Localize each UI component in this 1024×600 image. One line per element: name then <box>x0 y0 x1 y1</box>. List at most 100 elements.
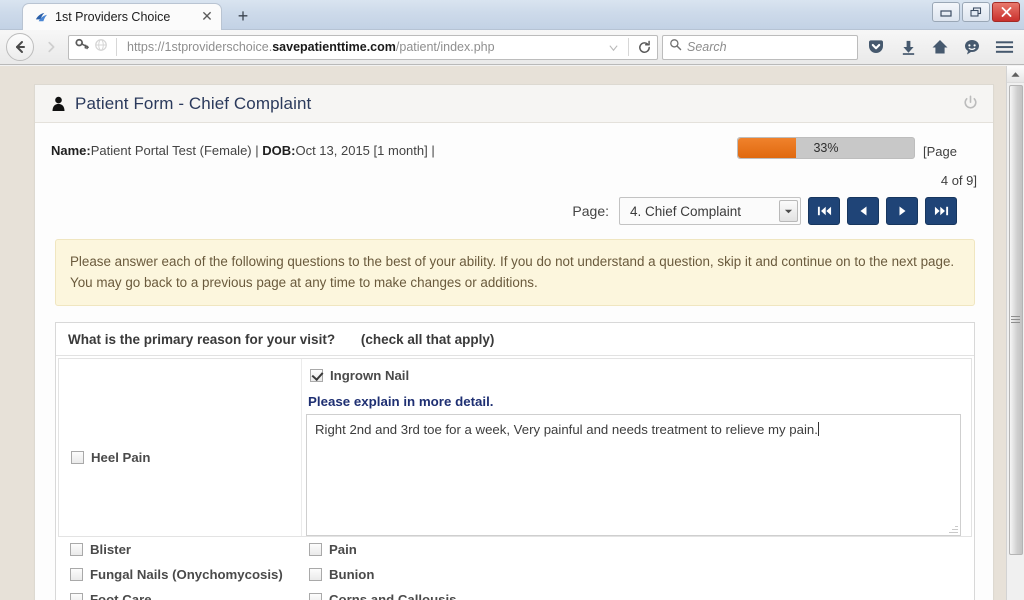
info-separator-1: | <box>251 143 263 158</box>
checkbox-foot-care[interactable]: Foot Care <box>58 587 301 600</box>
first-page-button[interactable] <box>808 197 840 225</box>
title-bar: 1st Providers Choice ✕ + <box>0 0 1024 30</box>
question-subtitle: (check all that apply) <box>360 332 495 347</box>
page-select[interactable]: 4. Chief Complaint <box>619 197 801 225</box>
browser-tab[interactable]: 1st Providers Choice ✕ <box>22 3 222 30</box>
key-icon <box>75 37 90 57</box>
url-path: /patient/index.php <box>395 40 495 54</box>
checkbox-label: Corns and Callousis <box>329 592 457 600</box>
reload-icon[interactable] <box>633 36 655 58</box>
url-protocol: https://1stproviderschoice. <box>127 40 273 54</box>
previous-page-button[interactable] <box>847 197 879 225</box>
browser-window: 1st Providers Choice ✕ + https://1stprov… <box>0 0 1024 600</box>
new-tab-button[interactable]: + <box>232 6 254 28</box>
checkbox-icon[interactable] <box>309 593 322 600</box>
dropmarker-icon[interactable] <box>602 36 624 58</box>
url-divider-2 <box>628 38 629 56</box>
checkbox-icon[interactable] <box>70 543 83 556</box>
url-domain: savepatienttime.com <box>272 40 396 54</box>
age-value: [1 month] <box>369 143 428 158</box>
lower-options-grid: Blister Fungal Nails (Onychomycosis) Foo… <box>58 537 972 600</box>
page-navigation: Page: 4. Chief Complaint <box>51 197 979 225</box>
checkbox-label: Blister <box>90 542 132 557</box>
checkbox-blister[interactable]: Blister <box>58 537 301 562</box>
url-identity-icons <box>75 37 127 57</box>
checkbox-heel-pain[interactable]: Heel Pain <box>59 445 301 470</box>
text-caret <box>817 422 819 436</box>
window-controls <box>932 2 1020 22</box>
url-bar[interactable]: https://1stproviderschoice.savepatientti… <box>68 34 658 60</box>
vertical-scrollbar[interactable] <box>1006 66 1024 600</box>
scrollbar-grip-icon <box>1011 314 1020 323</box>
globe-icon <box>94 38 108 57</box>
checkbox-label: Heel Pain <box>91 450 151 465</box>
downloads-icon[interactable] <box>894 33 922 61</box>
checkbox-label: Fungal Nails (Onychomycosis) <box>90 567 283 582</box>
resize-handle-icon[interactable] <box>949 524 958 533</box>
lower-right-column: Pain Bunion Corns and Callousis <box>301 537 972 600</box>
checkbox-icon[interactable] <box>310 369 323 382</box>
question-box: What is the primary reason for your visi… <box>55 322 975 600</box>
checkbox-ingrown-nail[interactable]: Ingrown Nail <box>306 363 963 388</box>
page-indicator-line2: 4 of 9] <box>940 173 977 188</box>
checkbox-corns-callousis[interactable]: Corns and Callousis <box>305 587 972 600</box>
search-icon <box>669 38 682 56</box>
pocket-icon[interactable] <box>862 33 890 61</box>
last-page-button[interactable] <box>925 197 957 225</box>
page-indicator-line1: [Page <box>923 144 957 159</box>
options-left-column: Heel Pain <box>59 359 302 536</box>
minimize-button[interactable] <box>932 2 960 22</box>
page-select-label: Page: <box>572 203 609 219</box>
dob-value: Oct 13, 2015 <box>295 143 370 158</box>
navigation-toolbar: https://1stproviderschoice.savepatientti… <box>0 30 1024 65</box>
checkbox-pain[interactable]: Pain <box>305 537 972 562</box>
web-page: Patient Form - Chief Complaint Name:Pati… <box>0 66 1006 600</box>
checkbox-label: Pain <box>329 542 357 557</box>
search-bar[interactable]: Search <box>662 34 858 60</box>
checkbox-label: Foot Care <box>90 592 152 600</box>
back-button[interactable] <box>6 33 34 61</box>
chevron-down-icon[interactable] <box>779 200 798 222</box>
forward-button <box>38 33 64 61</box>
close-tab-icon[interactable]: ✕ <box>199 9 215 25</box>
next-page-button[interactable] <box>886 197 918 225</box>
url-text: https://1stproviderschoice.savepatientti… <box>127 40 602 54</box>
explain-value: Right 2nd and 3rd toe for a week, Very p… <box>315 422 818 437</box>
checkbox-icon[interactable] <box>309 543 322 556</box>
person-icon <box>51 96 66 112</box>
page-title: Patient Form - Chief Complaint <box>75 93 312 113</box>
progress-area: 33% [Page 4 of 9] <box>737 135 979 195</box>
tab-title: 1st Providers Choice <box>55 10 171 24</box>
instructions-banner: Please answer each of the following ques… <box>55 239 975 306</box>
options-right-column: Ingrown Nail Please explain in more deta… <box>302 359 971 536</box>
home-icon[interactable] <box>926 33 954 61</box>
progress-percent: 33% <box>813 141 839 155</box>
checkbox-icon[interactable] <box>71 451 84 464</box>
checkbox-icon[interactable] <box>70 568 83 581</box>
question-header: What is the primary reason for your visi… <box>56 323 974 356</box>
scroll-up-button[interactable] <box>1007 66 1024 83</box>
name-label: Name: <box>51 143 91 158</box>
search-input[interactable]: Search <box>687 40 727 54</box>
patient-form-panel: Patient Form - Chief Complaint Name:Pati… <box>34 84 994 600</box>
explain-label: Please explain in more detail. <box>308 394 494 409</box>
checkbox-bunion[interactable]: Bunion <box>305 562 972 587</box>
page-viewport: Patient Form - Chief Complaint Name:Pati… <box>0 66 1024 600</box>
lower-left-column: Blister Fungal Nails (Onychomycosis) Foo… <box>58 537 301 600</box>
checkbox-fungal-nails[interactable]: Fungal Nails (Onychomycosis) <box>58 562 301 587</box>
checkbox-label: Ingrown Nail <box>330 368 410 383</box>
checkbox-icon[interactable] <box>70 593 83 600</box>
checkbox-icon[interactable] <box>309 568 322 581</box>
page-select-value: 4. Chief Complaint <box>630 203 742 219</box>
options-grid: Heel Pain Ingrown Nail Please explain in… <box>58 358 972 537</box>
menu-icon[interactable] <box>990 33 1018 61</box>
left-column-spacer <box>59 359 301 445</box>
sync-chat-icon[interactable] <box>958 33 986 61</box>
restore-button[interactable] <box>962 2 990 22</box>
info-separator-2: | <box>427 143 435 158</box>
power-icon[interactable] <box>962 95 979 112</box>
form-body: Name:Patient Portal Test (Female) | DOB:… <box>35 123 993 600</box>
close-window-button[interactable] <box>992 2 1020 22</box>
explain-textarea[interactable]: Right 2nd and 3rd toe for a week, Very p… <box>306 414 961 536</box>
progress-bar: 33% <box>737 137 915 159</box>
